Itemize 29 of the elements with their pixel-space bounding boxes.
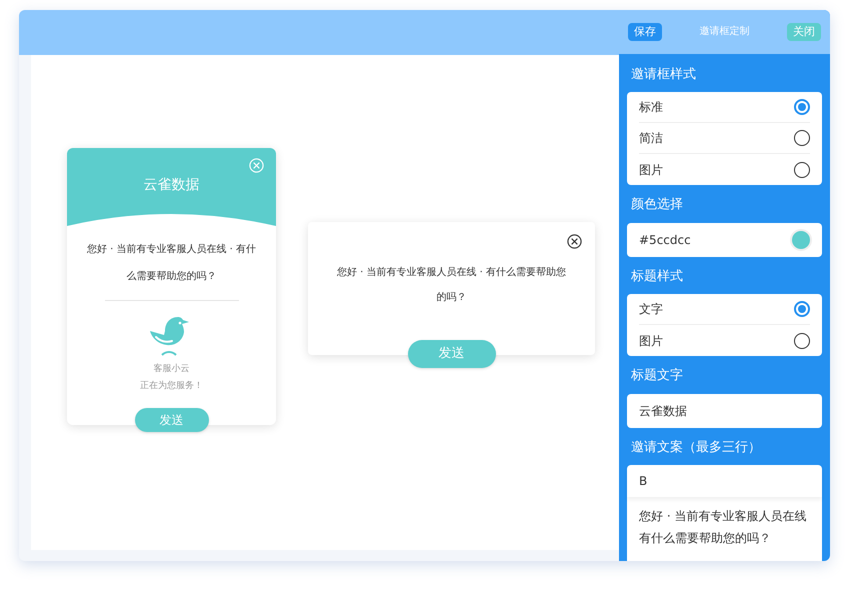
option-label[interactable]: 文字 <box>639 300 663 318</box>
message-input[interactable]: 您好 · 当前有专业客服人员在线 有什么需要帮助您的吗？ <box>627 497 822 561</box>
option-label[interactable]: 图片 <box>639 160 663 178</box>
title-input[interactable]: 云雀数据 <box>627 394 822 428</box>
radio-button[interactable] <box>794 332 810 348</box>
section-title: 颜色选择 <box>630 196 684 214</box>
message-line: 您好 · 当前有专业客服人员在线 <box>639 508 808 525</box>
invite-message: 您好 · 当前有专业客服人员在线 · 有什么需要帮助您的吗？ <box>86 242 258 284</box>
radio-button[interactable] <box>794 162 810 178</box>
message-line: 有什么需要帮助您的吗？ <box>639 530 772 547</box>
radio-button[interactable] <box>794 99 810 115</box>
card-title: 云雀数据 <box>144 176 200 195</box>
panel-title: 邀请框定制 <box>700 24 750 40</box>
agent-name: 客服小云 <box>154 363 190 376</box>
agent-status: 正在为您服务！ <box>140 380 203 392</box>
section-title: 标题文字 <box>630 367 684 385</box>
option-label[interactable]: 标准 <box>639 98 663 116</box>
section-title: 邀请文案（最多三行） <box>630 438 762 456</box>
color-swatch[interactable] <box>792 230 810 248</box>
radio-button[interactable] <box>794 130 810 146</box>
section-title: 标题样式 <box>630 268 684 286</box>
option-label[interactable]: 图片 <box>639 332 663 350</box>
bold-button[interactable]: B <box>639 472 648 490</box>
close-icon[interactable] <box>567 234 582 249</box>
color-field[interactable]: #5ccdcc <box>627 222 822 256</box>
invite-message: 您好 · 当前有专业客服人员在线 · 有什么需要帮助您的吗？ <box>336 266 568 305</box>
section-title: 邀请框样式 <box>630 66 697 84</box>
option-label[interactable]: 简洁 <box>639 129 663 147</box>
radio-button[interactable] <box>794 301 810 317</box>
